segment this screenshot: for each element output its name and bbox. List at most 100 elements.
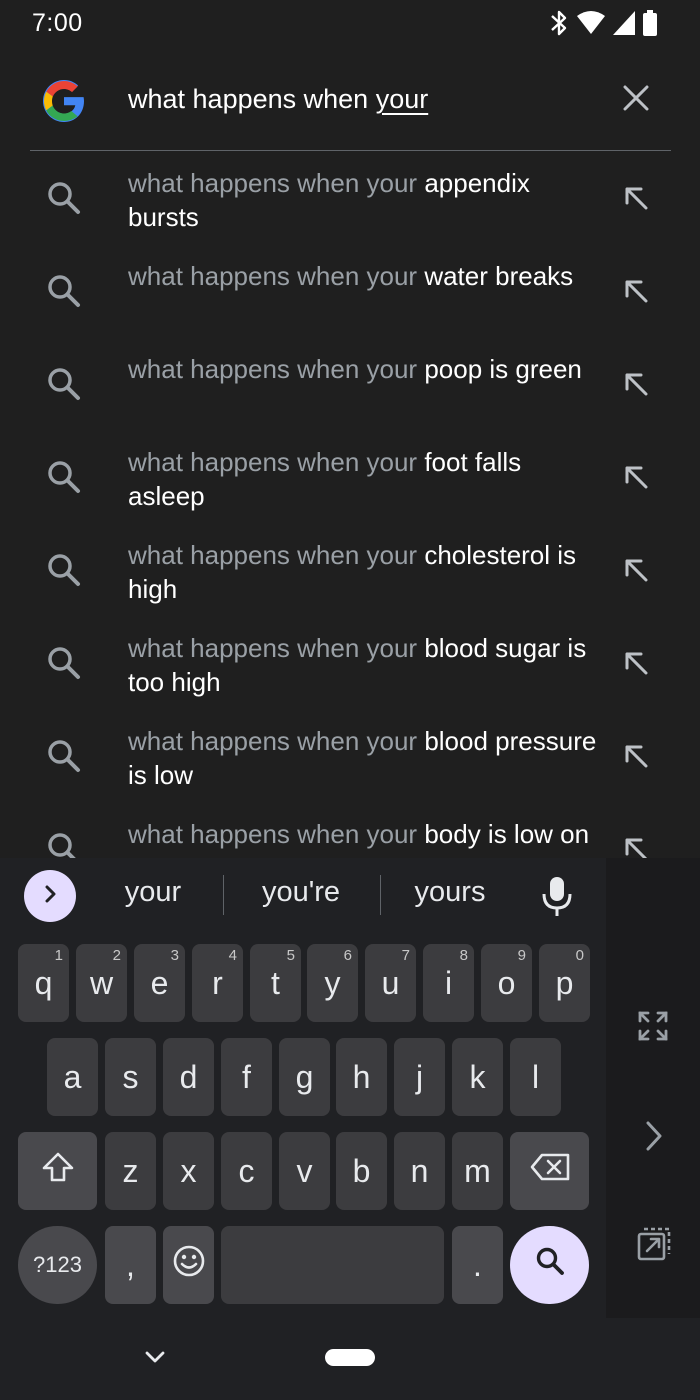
suggestion-text: what happens when your water breaks (128, 261, 574, 291)
key-d[interactable]: d (163, 1038, 214, 1116)
key-h[interactable]: h (336, 1038, 387, 1116)
key-u[interactable]: u7 (365, 944, 416, 1022)
suggestion-text: what happens when your blood sugar is to… (128, 633, 587, 697)
key-v[interactable]: v (279, 1132, 330, 1210)
space-key[interactable] (221, 1226, 444, 1304)
home-gesture-handle[interactable] (325, 1349, 375, 1366)
key-c[interactable]: c (221, 1132, 272, 1210)
bluetooth-icon (548, 8, 570, 38)
status-bar: 7:00 (0, 0, 700, 50)
search-icon (44, 550, 84, 590)
search-key[interactable] (510, 1226, 589, 1304)
microphone-icon[interactable] (538, 874, 576, 918)
suggestion-text: what happens when your body is low on so… (128, 819, 590, 858)
suggestion-item[interactable]: what happens when your water breaks (0, 245, 700, 338)
suggestion-item[interactable]: what happens when your body is low on so… (0, 803, 700, 858)
battery-icon (642, 9, 658, 37)
search-divider (30, 150, 671, 151)
key-e[interactable]: e3 (134, 944, 185, 1022)
fill-query-arrow-icon[interactable] (620, 182, 652, 214)
word-suggestion[interactable]: you're (236, 876, 366, 909)
key-z[interactable]: z (105, 1132, 156, 1210)
key-x[interactable]: x (163, 1132, 214, 1210)
strip-separator (223, 875, 224, 915)
search-bar[interactable]: what happens when your (0, 60, 700, 150)
key-s[interactable]: s (105, 1038, 156, 1116)
key-q[interactable]: q1 (18, 944, 69, 1022)
symbols-key[interactable]: ?123 (18, 1226, 97, 1304)
suggestion-item[interactable]: what happens when your blood sugar is to… (0, 617, 700, 710)
suggestion-item[interactable]: what happens when your cholesterol is hi… (0, 524, 700, 617)
shift-key[interactable] (18, 1132, 97, 1210)
chevron-right-icon (40, 884, 60, 909)
suggestion-item[interactable]: what happens when your appendix bursts (0, 152, 700, 245)
navigation-bar (0, 1318, 700, 1400)
fill-query-arrow-icon[interactable] (620, 740, 652, 772)
search-icon (44, 178, 84, 218)
key-a[interactable]: a (47, 1038, 98, 1116)
key-w[interactable]: w2 (76, 944, 127, 1022)
search-icon (44, 736, 84, 776)
search-composing-word: your (375, 84, 429, 114)
suggestion-text: what happens when your poop is green (128, 354, 582, 384)
key-l[interactable]: l (510, 1038, 561, 1116)
status-icons (548, 8, 658, 38)
key-y[interactable]: y6 (307, 944, 358, 1022)
suggestion-item[interactable]: what happens when your blood pressure is… (0, 710, 700, 803)
expand-toolbar-button[interactable] (24, 870, 76, 922)
status-time: 7:00 (32, 9, 83, 37)
backspace-key[interactable] (510, 1132, 589, 1210)
suggestion-item[interactable]: what happens when your poop is green (0, 338, 700, 431)
key-r[interactable]: r4 (192, 944, 243, 1022)
fill-query-arrow-icon[interactable] (620, 554, 652, 586)
strip-separator (380, 875, 381, 915)
key-f[interactable]: f (221, 1038, 272, 1116)
chevron-right-icon[interactable] (642, 1120, 666, 1157)
search-query-input[interactable]: what happens when your (128, 84, 428, 115)
key-g[interactable]: g (279, 1038, 330, 1116)
key-j[interactable]: j (394, 1038, 445, 1116)
key-p[interactable]: p0 (539, 944, 590, 1022)
search-typed-text: what happens when (128, 84, 376, 114)
signal-icon (612, 10, 636, 36)
suggestion-text: what happens when your cholesterol is hi… (128, 540, 577, 604)
period-key[interactable]: . (452, 1226, 503, 1304)
key-i[interactable]: i8 (423, 944, 474, 1022)
key-t[interactable]: t5 (250, 944, 301, 1022)
word-suggestion-strip: your you're yours (0, 858, 606, 932)
floating-keyboard-icon[interactable] (636, 1226, 672, 1267)
backspace-icon (529, 1152, 571, 1190)
word-suggestion[interactable]: yours (392, 876, 508, 909)
fill-query-arrow-icon[interactable] (620, 833, 652, 858)
word-suggestion[interactable]: your (96, 876, 210, 909)
key-n[interactable]: n (394, 1132, 445, 1210)
emoji-key[interactable] (163, 1226, 214, 1304)
expand-keyboard-icon[interactable] (637, 1010, 669, 1047)
shift-icon (41, 1151, 75, 1191)
key-o[interactable]: o9 (481, 944, 532, 1022)
hide-keyboard-chevron-down-icon[interactable] (142, 1344, 168, 1370)
search-icon (44, 829, 84, 858)
clear-search-button[interactable] (618, 82, 654, 118)
fill-query-arrow-icon[interactable] (620, 368, 652, 400)
emoji-icon (172, 1244, 206, 1286)
suggestion-list: what happens when your appendix bursts w… (0, 152, 700, 858)
key-b[interactable]: b (336, 1132, 387, 1210)
search-icon (44, 457, 84, 497)
search-icon (44, 271, 84, 311)
suggestion-item[interactable]: what happens when your foot falls asleep (0, 431, 700, 524)
search-icon (44, 364, 84, 404)
fill-query-arrow-icon[interactable] (620, 461, 652, 493)
suggestion-text: what happens when your appendix bursts (128, 168, 530, 232)
fill-query-arrow-icon[interactable] (620, 647, 652, 679)
comma-key[interactable]: , (105, 1226, 156, 1304)
wifi-icon (576, 10, 606, 36)
keyboard-side-panel (606, 858, 700, 1318)
key-k[interactable]: k (452, 1038, 503, 1116)
fill-query-arrow-icon[interactable] (620, 275, 652, 307)
suggestion-text: what happens when your foot falls asleep (128, 447, 522, 511)
key-m[interactable]: m (452, 1132, 503, 1210)
close-icon (623, 85, 649, 116)
search-icon (534, 1245, 566, 1285)
google-logo-icon (40, 77, 88, 125)
